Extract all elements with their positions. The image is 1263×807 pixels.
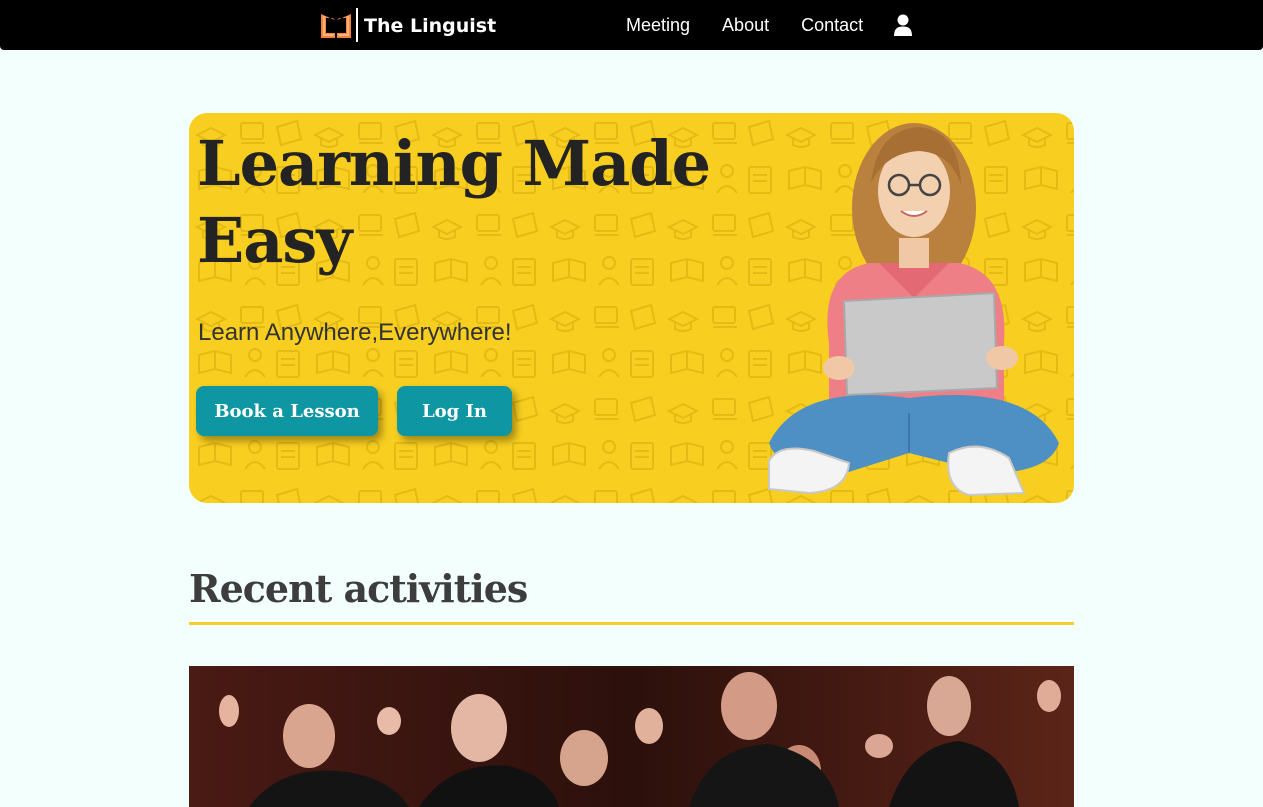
login-button[interactable]: Log In (397, 386, 512, 436)
nav-links: Meeting About Contact (626, 0, 913, 50)
nav-link-about[interactable]: About (722, 15, 769, 36)
audience-applauding-photo (189, 666, 1074, 807)
brand-logo-link[interactable]: The Linguist (318, 7, 496, 43)
hero-subtitle: Learn Anywhere,Everywhere! (198, 319, 512, 346)
hero-title: Learning Made Easy (197, 127, 711, 277)
user-icon[interactable] (893, 14, 913, 36)
recent-activities-title: Recent activities (189, 566, 528, 611)
open-book-icon (321, 14, 351, 38)
recent-activity-image[interactable] (189, 666, 1074, 807)
section-divider (189, 622, 1074, 625)
brand-name: The Linguist (364, 15, 497, 37)
student-with-laptop-illustration (768, 123, 1059, 497)
navbar: The Linguist Meeting About Contact (0, 0, 1263, 50)
book-lesson-button[interactable]: Book a Lesson (196, 386, 378, 436)
hero-banner: Learning Made Easy Learn Anywhere,Everyw… (189, 113, 1074, 503)
nav-link-contact[interactable]: Contact (801, 15, 863, 36)
brand-divider (356, 8, 358, 42)
nav-link-meeting[interactable]: Meeting (626, 15, 690, 36)
